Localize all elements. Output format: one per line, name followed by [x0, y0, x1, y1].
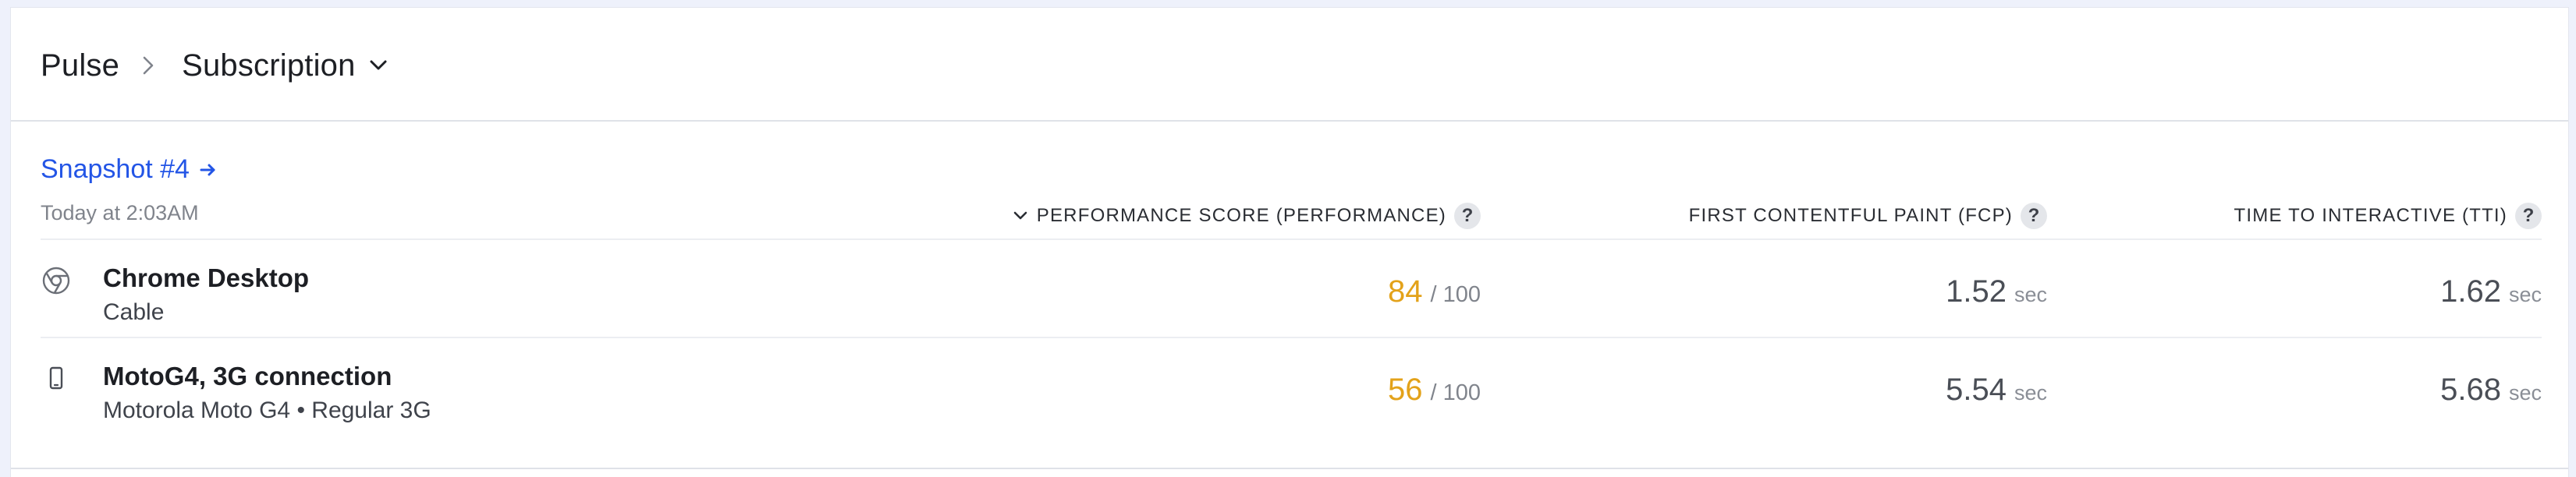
fcp-value: 5.54 [1946, 373, 2007, 407]
pulse-card: Pulse Subscription Snapshot #4 Today at … [11, 8, 2568, 477]
mobile-phone-icon [41, 363, 72, 394]
sort-chevron-down-icon [1012, 207, 1029, 224]
device-name: Chrome Desktop [103, 263, 310, 292]
chevron-right-icon [137, 50, 160, 81]
help-icon[interactable]: ? [2021, 203, 2047, 229]
page-header: Pulse Subscription [11, 8, 2568, 122]
fcp-metric: 5.54 sec [1946, 373, 2047, 408]
table-row[interactable]: Chrome Desktop Cable 84 / 100 1.52 sec 1… [11, 240, 2568, 337]
performance-score: 56 / 100 [1388, 373, 1481, 408]
performance-score: 84 / 100 [1388, 274, 1481, 309]
arrow-right-icon [199, 161, 218, 179]
score-max: / 100 [1430, 282, 1481, 307]
column-header-tti[interactable]: TIME TO INTERACTIVE (TTI) ? [2234, 203, 2542, 229]
table-row[interactable]: MotoG4, 3G connection Motorola Moto G4 •… [11, 338, 2568, 435]
connection-type: Motorola Moto G4 • Regular 3G [103, 398, 431, 423]
snapshot-title: Snapshot #4 [41, 154, 190, 184]
connection-type: Cable [103, 299, 165, 325]
breadcrumb-root[interactable]: Pulse [41, 48, 119, 83]
help-icon[interactable]: ? [2515, 203, 2542, 229]
column-header-performance-label: PERFORMANCE SCORE (PERFORMANCE) [1036, 205, 1446, 226]
snapshot-link[interactable]: Snapshot #4 [41, 154, 218, 185]
fcp-metric: 1.52 sec [1946, 274, 2047, 309]
breadcrumb: Pulse Subscription [41, 48, 389, 83]
score-value: 84 [1388, 274, 1423, 309]
tti-unit: sec [2508, 381, 2542, 405]
section-divider [11, 468, 2568, 469]
column-header-fcp-label: FIRST CONTENTFUL PAINT (FCP) [1688, 205, 2013, 226]
subscription-dropdown[interactable]: Subscription [182, 48, 389, 83]
fcp-value: 1.52 [1946, 274, 2007, 309]
column-header-tti-label: TIME TO INTERACTIVE (TTI) [2234, 205, 2507, 226]
tti-value: 1.62 [2440, 274, 2501, 309]
fcp-unit: sec [2014, 283, 2047, 306]
breadcrumb-current: Subscription [182, 48, 356, 83]
chrome-icon [41, 265, 72, 296]
chevron-down-icon [368, 55, 389, 76]
score-value: 56 [1388, 373, 1423, 407]
score-max: / 100 [1430, 380, 1481, 405]
tti-unit: sec [2508, 283, 2542, 306]
tti-value: 5.68 [2440, 373, 2501, 407]
device-name: MotoG4, 3G connection [103, 362, 392, 390]
tti-metric: 5.68 sec [2440, 373, 2542, 408]
tti-metric: 1.62 sec [2440, 274, 2542, 309]
column-header-performance[interactable]: PERFORMANCE SCORE (PERFORMANCE) ? [1012, 203, 1481, 229]
help-icon[interactable]: ? [1454, 203, 1481, 229]
snapshot-time: Today at 2:03AM [41, 201, 199, 224]
fcp-unit: sec [2014, 381, 2047, 405]
column-header-fcp[interactable]: FIRST CONTENTFUL PAINT (FCP) ? [1689, 203, 2047, 229]
